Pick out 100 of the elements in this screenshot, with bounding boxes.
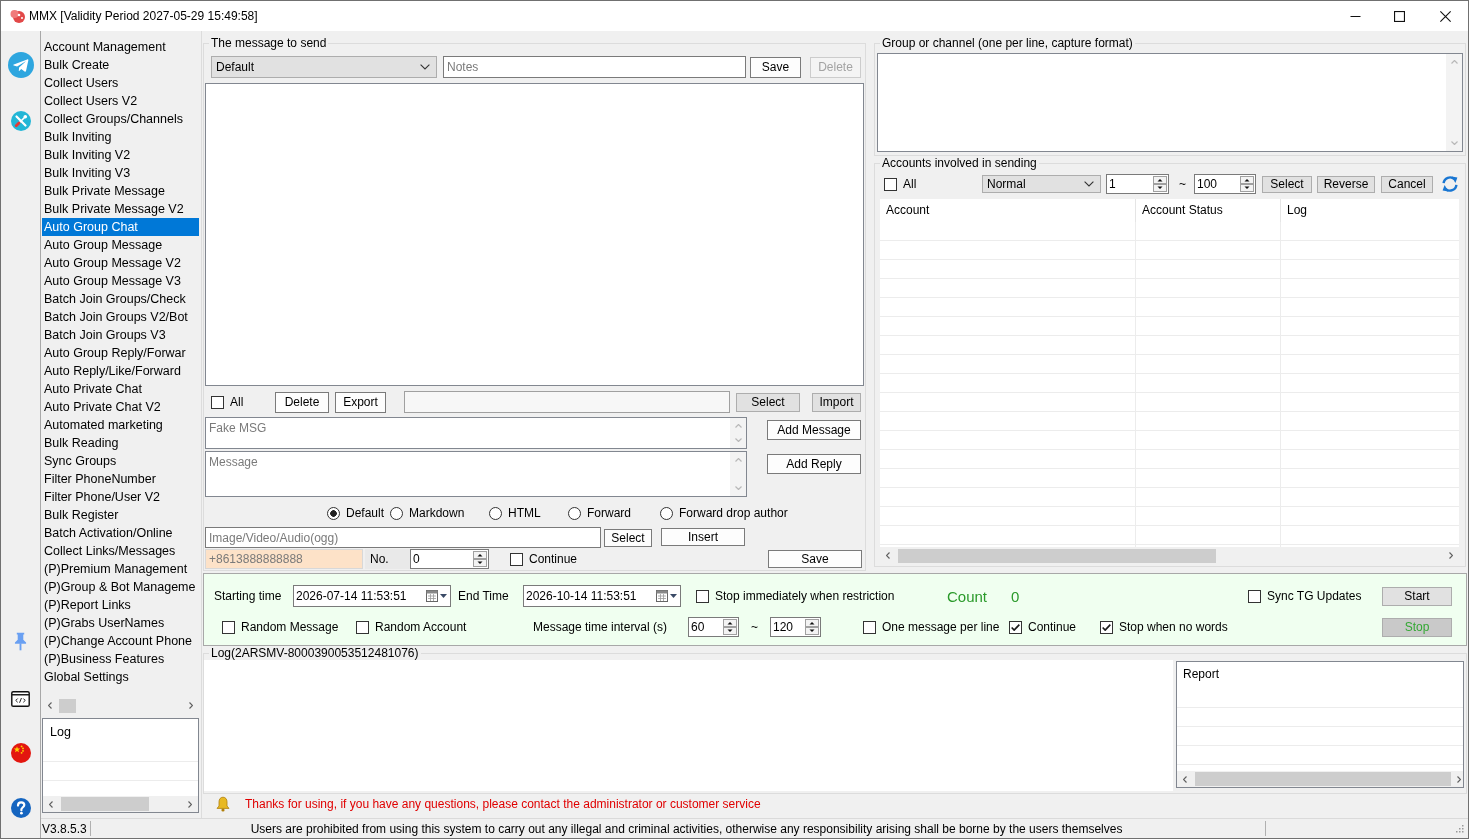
- sidebar-item[interactable]: Account Management: [42, 38, 199, 56]
- checkbox[interactable]: [884, 177, 897, 191]
- maximize-icon[interactable]: [1394, 10, 1405, 22]
- checkbox[interactable]: [356, 620, 369, 634]
- code-window-icon[interactable]: [11, 691, 30, 707]
- sidebar-item[interactable]: Bulk Private Message: [42, 182, 199, 200]
- resize-grip-icon[interactable]: [1455, 824, 1464, 833]
- chevron-down-icon[interactable]: [1084, 181, 1094, 187]
- spin-arrows-icon[interactable]: [723, 619, 737, 635]
- notes-field[interactable]: Notes: [443, 56, 746, 78]
- date-time-field[interactable]: 2026-10-14 11:53:51: [523, 585, 681, 607]
- dropdown[interactable]: Default: [211, 56, 437, 78]
- number-field[interactable]: 120: [770, 617, 821, 637]
- sidebar-item[interactable]: Bulk Reading: [42, 434, 199, 452]
- sidebar-item[interactable]: Batch Activation/Online: [42, 524, 199, 542]
- sidebar-item[interactable]: (P)Grabs UserNames: [42, 614, 199, 632]
- sidebar-item[interactable]: Auto Group Message V2: [42, 254, 199, 272]
- sidebar-item[interactable]: Filter PhoneNumber: [42, 470, 199, 488]
- sidebar-item[interactable]: Auto Group Reply/Forwar: [42, 344, 199, 362]
- chevron-left-icon[interactable]: [1183, 775, 1187, 783]
- text-area[interactable]: Fake MSG: [205, 417, 747, 449]
- sidebar-item[interactable]: Bulk Inviting V2: [42, 146, 199, 164]
- sidebar-item[interactable]: Bulk Private Message V2: [42, 200, 199, 218]
- checkbox[interactable]: [1248, 589, 1261, 603]
- chevron-down-icon[interactable]: [420, 64, 430, 70]
- spin-arrows-icon[interactable]: [1240, 176, 1254, 192]
- sidebar-item[interactable]: Bulk Inviting V3: [42, 164, 199, 182]
- chevron-right-icon[interactable]: [188, 800, 192, 808]
- radio-button[interactable]: [660, 506, 673, 520]
- date-time-field[interactable]: 2026-07-14 11:53:51: [293, 585, 451, 607]
- path-field[interactable]: [404, 391, 730, 413]
- start-button[interactable]: Start: [1382, 586, 1452, 606]
- calendar-icon[interactable]: [426, 590, 438, 602]
- chevron-right-icon[interactable]: [189, 702, 193, 709]
- scrollbar-thumb[interactable]: [61, 797, 149, 811]
- radio-button[interactable]: [327, 506, 340, 520]
- select-button[interactable]: Select: [736, 392, 800, 412]
- radio-button[interactable]: [390, 506, 403, 520]
- text-area[interactable]: [877, 53, 1463, 152]
- reverse-button[interactable]: Reverse: [1317, 175, 1375, 193]
- sidebar-item[interactable]: Collect Users V2: [42, 92, 199, 110]
- sidebar-item[interactable]: Collect Users: [42, 74, 199, 92]
- column-header[interactable]: Log: [1281, 199, 1459, 222]
- caret-down-icon[interactable]: [440, 594, 447, 598]
- sidebar-item[interactable]: Batch Join Groups/Check: [42, 290, 199, 308]
- sidebar-item[interactable]: Auto Group Message V3: [42, 272, 199, 290]
- checkbox[interactable]: [222, 620, 235, 634]
- checkbox[interactable]: [1100, 620, 1113, 634]
- save-button[interactable]: Save: [768, 550, 862, 568]
- caret-down-icon[interactable]: [670, 594, 677, 598]
- checkbox[interactable]: [863, 620, 876, 634]
- insert-button[interactable]: Insert: [661, 527, 745, 546]
- number-field[interactable]: 100: [1194, 174, 1256, 194]
- media-field[interactable]: Image/Video/Audio(ogg): [205, 527, 601, 548]
- chevron-left-icon[interactable]: [886, 552, 890, 559]
- number-field[interactable]: 0: [410, 549, 489, 569]
- delete-button[interactable]: Delete: [275, 391, 329, 413]
- chevron-left-icon[interactable]: [49, 800, 53, 808]
- sidebar-item[interactable]: (P)Group & Bot Manageme: [42, 578, 199, 596]
- horizontal-scrollbar[interactable]: [43, 796, 198, 812]
- sidebar-item[interactable]: Automated marketing: [42, 416, 199, 434]
- refresh-icon[interactable]: [1441, 175, 1459, 193]
- chevron-right-icon[interactable]: [1457, 775, 1461, 783]
- column-header[interactable]: Log: [43, 719, 198, 743]
- sidebar-item[interactable]: Auto Group Message: [42, 236, 199, 254]
- horizontal-scrollbar[interactable]: [1177, 771, 1463, 787]
- spin-arrows-icon[interactable]: [805, 619, 819, 635]
- text-area[interactable]: Message: [205, 451, 747, 497]
- scrollbar-thumb[interactable]: [898, 548, 1216, 563]
- select-button[interactable]: Select: [604, 528, 652, 547]
- save-button[interactable]: Save: [750, 56, 801, 78]
- close-icon[interactable]: [1440, 10, 1451, 22]
- scrollbar-thumb[interactable]: [1195, 772, 1451, 786]
- minimize-icon[interactable]: [1350, 15, 1361, 17]
- sidebar-item[interactable]: Sync Groups: [42, 452, 199, 470]
- sidebar-item[interactable]: (P)Report Links: [42, 596, 199, 614]
- cancel-button[interactable]: Cancel: [1381, 175, 1433, 193]
- scrollbar-thumb[interactable]: [59, 698, 76, 713]
- select-button[interactable]: Select: [1262, 175, 1312, 193]
- sidebar-item[interactable]: (P)Business Features: [42, 650, 199, 668]
- help-icon[interactable]: [10, 798, 31, 818]
- checkbox[interactable]: [510, 552, 523, 566]
- paper-plane-icon[interactable]: [7, 52, 34, 78]
- spin-arrows-icon[interactable]: [1153, 176, 1167, 192]
- radio-button[interactable]: [489, 506, 502, 520]
- number-field[interactable]: 60: [688, 617, 739, 637]
- spin-arrows-icon[interactable]: [473, 551, 487, 567]
- phone-field[interactable]: +8613888888888: [205, 549, 363, 569]
- sidebar-item[interactable]: Auto Private Chat: [42, 380, 199, 398]
- sidebar-item[interactable]: Auto Reply/Like/Forward: [42, 362, 199, 380]
- checkbox[interactable]: [1009, 620, 1022, 634]
- chevron-left-icon[interactable]: [48, 702, 52, 709]
- dropdown[interactable]: Normal: [982, 175, 1101, 193]
- sidebar-item[interactable]: Batch Join Groups V2/Bot: [42, 308, 199, 326]
- sidebar-item[interactable]: Bulk Create: [42, 56, 199, 74]
- checkbox[interactable]: [696, 589, 709, 603]
- radio-button[interactable]: [568, 506, 581, 520]
- flag-icon[interactable]: [10, 743, 31, 763]
- chevron-right-icon[interactable]: [1449, 552, 1453, 559]
- sidebar-item[interactable]: Auto Group Chat: [42, 218, 199, 236]
